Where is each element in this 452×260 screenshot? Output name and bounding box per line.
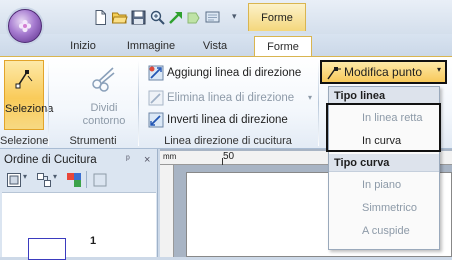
menu-item-in-curva[interactable]: In curva bbox=[329, 130, 439, 152]
ruler-mark: 50 bbox=[223, 151, 235, 162]
pin-icon[interactable]: ᵖ bbox=[126, 152, 130, 168]
new-document-icon[interactable] bbox=[92, 9, 109, 26]
dividi-contorno-button[interactable]: Dividi contorno bbox=[82, 60, 126, 130]
zoom-icon[interactable] bbox=[149, 9, 166, 26]
seleziona-label: Seleziona bbox=[5, 103, 54, 115]
open-folder-icon[interactable] bbox=[111, 9, 128, 26]
sewing-item-number: 1 bbox=[90, 235, 97, 247]
application-button[interactable] bbox=[8, 9, 42, 43]
dividi-label-2: contorno bbox=[82, 115, 126, 127]
invert-direction-line-button[interactable]: Inverti linea di direzione bbox=[148, 111, 318, 129]
customize-qat-icon[interactable]: ▾ bbox=[232, 11, 237, 22]
menu-item-in-piano[interactable]: In piano bbox=[329, 174, 439, 196]
display-icon[interactable] bbox=[204, 9, 221, 26]
arrow-disabled-icon[interactable] bbox=[185, 9, 202, 26]
invert-direction-icon bbox=[148, 112, 164, 128]
modifica-punto-button[interactable]: Modifica punto ▾ bbox=[320, 60, 447, 84]
title-bar bbox=[0, 0, 452, 34]
group-label-linea: Linea direzione di cucitura bbox=[164, 135, 292, 147]
menu-section-tipo-curva: Tipo curva bbox=[329, 154, 439, 172]
menu-item-a-cuspide[interactable]: A cuspide bbox=[329, 220, 439, 242]
group-separator bbox=[318, 60, 319, 146]
edit-point-icon bbox=[327, 67, 341, 80]
chevron-down-icon: ▾ bbox=[308, 93, 313, 102]
delete-direction-label: Elimina linea di direzione bbox=[167, 92, 295, 104]
chevron-down-icon: ▾ bbox=[436, 65, 441, 74]
seleziona-button[interactable]: Seleziona bbox=[4, 60, 54, 130]
menu-section-tipo-linea: Tipo linea bbox=[329, 87, 439, 105]
modifica-punto-menu: Tipo linea In linea retta In curva Tipo … bbox=[328, 86, 440, 250]
view-mode-icon[interactable] bbox=[6, 172, 22, 188]
chevron-down-icon[interactable]: ▾ bbox=[23, 172, 27, 181]
group-label-strumenti: Strumenti bbox=[69, 135, 117, 147]
app-flower-icon bbox=[18, 19, 32, 33]
panel-title: Ordine di Cucitura bbox=[4, 154, 97, 166]
delete-direction-line-button[interactable]: Elimina linea di direzione ▾ bbox=[148, 89, 318, 107]
contextual-tab-title: Forme bbox=[248, 3, 306, 31]
add-direction-line-button[interactable]: Aggiungi linea di direzione bbox=[148, 64, 318, 82]
add-direction-icon bbox=[148, 65, 164, 81]
save-icon[interactable] bbox=[130, 9, 147, 26]
modifica-label: Modifica punto bbox=[344, 65, 423, 79]
close-icon[interactable]: × bbox=[144, 152, 150, 168]
group-icon[interactable] bbox=[36, 172, 52, 188]
group-label-selezione: Selezione bbox=[0, 135, 49, 147]
toolbar-separator bbox=[86, 171, 87, 188]
ruler-tick bbox=[222, 158, 223, 165]
tab-forme[interactable]: Forme bbox=[254, 36, 312, 57]
sewing-order-list bbox=[2, 192, 156, 257]
select-tool-icon bbox=[15, 70, 33, 89]
menu-item-simmetrico[interactable]: Simmetrico bbox=[329, 197, 439, 219]
menu-item-in-linea-retta[interactable]: In linea retta bbox=[329, 107, 439, 129]
invert-direction-label: Inverti linea di direzione bbox=[167, 114, 288, 126]
vertical-ruler bbox=[160, 165, 174, 257]
tab-inizio[interactable]: Inizio bbox=[56, 37, 110, 56]
tab-vista[interactable]: Vista bbox=[192, 37, 238, 56]
scissors-icon bbox=[92, 67, 115, 92]
color-order-icon[interactable] bbox=[66, 172, 82, 188]
chevron-down-icon[interactable]: ▾ bbox=[53, 172, 57, 181]
delete-direction-icon bbox=[148, 90, 164, 106]
add-direction-label: Aggiungi linea di direzione bbox=[167, 67, 302, 79]
dividi-label-1: Dividi bbox=[90, 102, 118, 114]
frame-icon[interactable] bbox=[92, 172, 108, 188]
ruler-unit: mm bbox=[163, 152, 177, 161]
arrow-green-icon[interactable] bbox=[168, 9, 185, 26]
tab-immagine[interactable]: Immagine bbox=[118, 37, 184, 56]
